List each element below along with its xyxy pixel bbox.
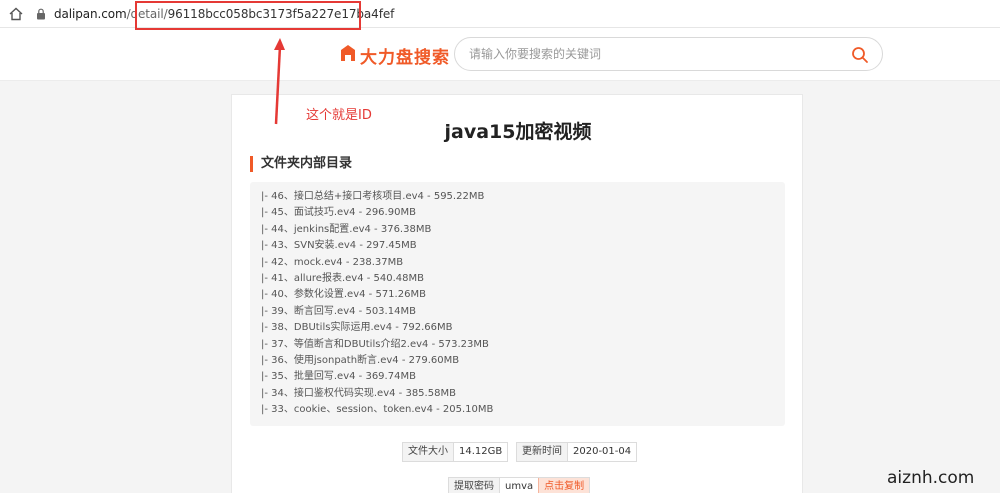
site-logo-text[interactable]: 大力盘搜索	[360, 43, 450, 68]
file-list-item: |- 45、面试技巧.ev4 - 296.90MB	[261, 207, 416, 219]
file-list-item: |- 39、断言回写.ev4 - 503.14MB	[261, 305, 416, 317]
extract-password-label: 提取密码	[449, 478, 500, 493]
logo-icon[interactable]	[339, 44, 357, 62]
annotation-arrow-icon	[274, 38, 285, 125]
url-host: dalipan.com	[54, 7, 127, 21]
file-list-item: |- 35、批量回写.ev4 - 369.74MB	[261, 371, 416, 383]
file-list-item: |- 44、jenkins配置.ev4 - 376.38MB	[261, 223, 432, 235]
search-icon[interactable]	[851, 46, 869, 64]
copy-password-button[interactable]: 点击复制	[538, 478, 590, 493]
id-highlight-box	[135, 1, 361, 30]
file-list-item: |- 40、参数化设置.ev4 - 571.26MB	[261, 289, 426, 301]
section-heading: 文件夹内部目录	[250, 156, 352, 172]
file-list-item: |- 46、接口总结+接口考核项目.ev4 - 595.22MB	[261, 191, 485, 202]
file-list-item: |- 34、接口鉴权代码实现.ev4 - 385.58MB	[261, 387, 456, 399]
file-list-item: |- 41、allure报表.ev4 - 540.48MB	[261, 272, 425, 284]
file-list-item: |- 43、SVN安装.ev4 - 297.45MB	[261, 240, 417, 252]
extract-password-value: umva	[500, 478, 539, 493]
update-time-meta: 更新时间 2020-01-04	[516, 442, 638, 462]
file-list-item: |- 42、mock.ev4 - 238.37MB	[261, 256, 404, 268]
extract-password-row: 提取密码 umva 点击复制	[448, 477, 591, 493]
file-list-item: |- 37、等值断言和DBUtils介绍2.ev4 - 573.23MB	[261, 338, 489, 350]
file-size-value: 14.12GB	[454, 443, 508, 461]
file-list-item: |- 33、cookie、session、token.ev4 - 205.10M…	[261, 404, 494, 416]
watermark-text: aiznh.com	[887, 468, 975, 488]
resource-detail-card: java15加密视频 文件夹内部目录 |- 46、接口总结+接口考核项目.ev4…	[231, 94, 803, 493]
search-input[interactable]	[469, 45, 829, 63]
home-icon[interactable]	[8, 6, 24, 22]
folder-file-list: |- 46、接口总结+接口考核项目.ev4 - 595.22MB |- 45、面…	[250, 182, 785, 426]
lock-icon[interactable]	[36, 8, 46, 20]
file-list-item: |- 38、DBUtils实际运用.ev4 - 792.66MB	[261, 322, 453, 334]
update-time-value: 2020-01-04	[568, 443, 637, 461]
search-box	[454, 37, 883, 71]
annotation-label: 这个就是ID	[306, 108, 372, 123]
file-size-label: 文件大小	[403, 443, 454, 461]
file-size-meta: 文件大小 14.12GB	[402, 442, 509, 462]
site-header: 大力盘搜索	[0, 28, 1000, 81]
file-list-item: |- 36、使用jsonpath断言.ev4 - 279.60MB	[261, 354, 460, 366]
update-time-label: 更新时间	[517, 443, 568, 461]
